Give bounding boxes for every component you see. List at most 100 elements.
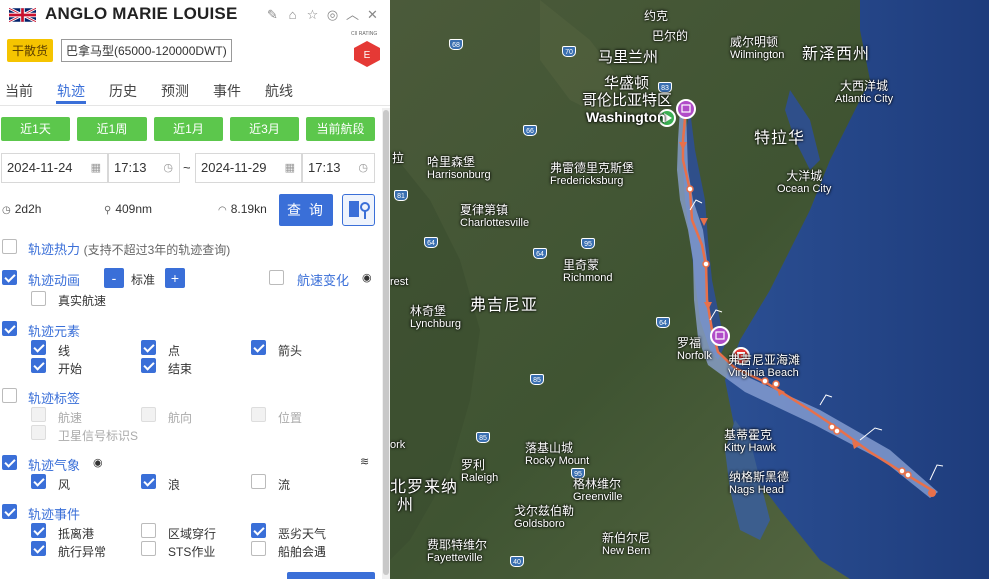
header-actions: ✎ ⌂ ☆ ◎ ︿ ✕ (265, 7, 380, 22)
end-date-input[interactable]: 2024-11-29 ▦ (195, 153, 302, 183)
tab-track[interactable]: 轨迹 (57, 81, 85, 101)
real-speed-checkbox[interactable] (31, 291, 46, 306)
element-end-label: 结束 (168, 362, 193, 376)
range-1week-button[interactable]: 近1周 (77, 117, 147, 141)
tab-history[interactable]: 历史 (109, 81, 137, 101)
track-labels-checkbox[interactable] (2, 388, 17, 403)
tab-events[interactable]: 事件 (213, 81, 241, 101)
panel-header: ANGLO MARIE LOUISE ✎ ⌂ ☆ ◎ ︿ ✕ 干散货 巴拿马型(… (0, 0, 390, 70)
speed-icon: ◠ (218, 205, 227, 216)
export-track-button[interactable] (342, 194, 375, 226)
tab-forecast[interactable]: 预测 (161, 81, 189, 101)
element-start-checkbox[interactable] (31, 358, 46, 373)
edit-icon[interactable]: ✎ (265, 7, 280, 22)
range-1month-button[interactable]: 近1月 (154, 117, 223, 141)
track-map[interactable]: 68 70 83 66 81 64 95 64 64 85 85 95 40 马… (390, 0, 989, 579)
track-elements-label: 轨迹元素 (28, 324, 81, 339)
ship-type-badge: 干散货 (7, 39, 54, 62)
scrollbar-thumb[interactable] (383, 110, 389, 575)
map-label-nags-head: 纳格斯黑德 Nags Head (729, 470, 790, 497)
stat-distance: ⚲ 409nm (104, 202, 153, 216)
event-encounter-checkbox[interactable] (251, 541, 266, 556)
map-label-washington: Washington (586, 109, 666, 125)
eye-icon[interactable]: ◉ (362, 271, 372, 284)
track-events-checkbox[interactable] (2, 504, 17, 519)
star-icon[interactable]: ☆ (305, 7, 320, 22)
element-point-checkbox[interactable] (141, 340, 156, 355)
cii-rating-badge[interactable]: E (352, 40, 382, 68)
element-end-checkbox[interactable] (141, 358, 156, 373)
highway-shield: 64 (656, 317, 670, 328)
event-port-checkbox[interactable] (31, 523, 46, 538)
element-line-checkbox[interactable] (31, 340, 46, 355)
event-anomaly-checkbox[interactable] (31, 541, 46, 556)
event-marker-norfolk[interactable] (710, 326, 730, 346)
target-icon[interactable]: ◎ (325, 7, 340, 22)
speed-change-checkbox[interactable] (269, 270, 284, 285)
map-label-raleigh: 罗利 Raleigh (461, 458, 499, 485)
map-label-virginia: 弗吉尼亚 (470, 297, 539, 314)
tag-icon[interactable]: ⌂ (285, 7, 300, 22)
event-area-checkbox[interactable] (141, 523, 156, 538)
weather-wind-checkbox[interactable] (31, 474, 46, 489)
label-course-checkbox[interactable] (141, 407, 156, 422)
map-label-dc: 哥伦比亚特区 (582, 92, 673, 109)
event-weather-checkbox[interactable] (251, 523, 266, 538)
track-animation-checkbox[interactable] (2, 270, 17, 285)
map-label-fredericksburg: 弗雷德里克斯堡 Fredericksburg (550, 161, 635, 188)
speed-increase-button[interactable]: + (165, 268, 185, 288)
range-1day-button[interactable]: 近1天 (1, 117, 70, 141)
map-label-lynchburg: 林奇堡 Lynchburg (410, 304, 461, 331)
cii-rating-label: CII RATING (351, 31, 378, 37)
clock-icon: ◷ (358, 162, 368, 174)
speed-decrease-button[interactable]: - (104, 268, 124, 288)
start-time-input[interactable]: 17:13 ◷ (108, 153, 180, 183)
event-anomaly-label: 航行异常 (58, 545, 107, 559)
track-weather-checkbox[interactable] (2, 455, 17, 470)
event-sts-checkbox[interactable] (141, 541, 156, 556)
query-button[interactable]: 查 询 (279, 194, 333, 226)
clock-icon: ◷ (163, 162, 173, 174)
weather-current-checkbox[interactable] (251, 474, 266, 489)
label-satellite-checkbox[interactable] (31, 425, 46, 440)
event-encounter-label: 船舶会遇 (278, 545, 327, 559)
wind-icon[interactable]: ≋ (360, 455, 369, 468)
stat-speed: ◠ 8.19kn (218, 202, 267, 216)
weather-wave-checkbox[interactable] (141, 474, 156, 489)
eye-icon[interactable]: ◉ (93, 456, 103, 469)
label-speed-label: 航速 (58, 411, 83, 425)
label-speed-checkbox[interactable] (31, 407, 46, 422)
panel-scrollbar[interactable] (382, 108, 390, 579)
real-speed-label: 真实航速 (58, 294, 107, 308)
event-area-label: 区域穿行 (168, 527, 217, 541)
track-heat-checkbox[interactable] (2, 239, 17, 254)
highway-shield: 66 (523, 125, 537, 136)
label-position-label: 位置 (278, 411, 303, 425)
map-label-virginia-beach: 弗吉尼亚海滩 Virginia Beach (728, 353, 801, 380)
label-satellite-label: 卫星信号标识S (58, 429, 139, 443)
end-time-input[interactable]: 17:13 ◷ (302, 153, 375, 183)
element-arrow-checkbox[interactable] (251, 340, 266, 355)
label-position-checkbox[interactable] (251, 407, 266, 422)
tab-current[interactable]: 当前 (5, 81, 33, 101)
collapse-icon[interactable]: ︿ (345, 7, 360, 22)
map-label-new-bern: 新伯尔尼 New Bern (602, 531, 651, 558)
start-date-input[interactable]: 2024-11-24 ▦ (1, 153, 108, 183)
highway-shield: 95 (581, 238, 595, 249)
tab-route[interactable]: 航线 (265, 81, 293, 101)
track-elements-checkbox[interactable] (2, 321, 17, 336)
range-3month-button[interactable]: 近3月 (230, 117, 299, 141)
event-marker-top[interactable] (676, 99, 696, 119)
highway-shield: 70 (562, 46, 576, 57)
track-events-label: 轨迹事件 (28, 507, 81, 522)
range-current-leg-button[interactable]: 当前航段 (306, 117, 375, 141)
track-end-point[interactable] (928, 489, 936, 497)
highway-shield: 40 (510, 556, 524, 567)
uk-flag-icon (9, 7, 36, 23)
map-label-partial-ork: ork (390, 439, 406, 451)
weather-wind-label: 风 (58, 478, 71, 492)
close-icon[interactable]: ✕ (365, 7, 380, 22)
event-port-label: 抵离港 (58, 527, 95, 541)
map-label-norfolk: 罗福 Norfolk (677, 336, 712, 363)
apply-button[interactable] (287, 572, 375, 579)
